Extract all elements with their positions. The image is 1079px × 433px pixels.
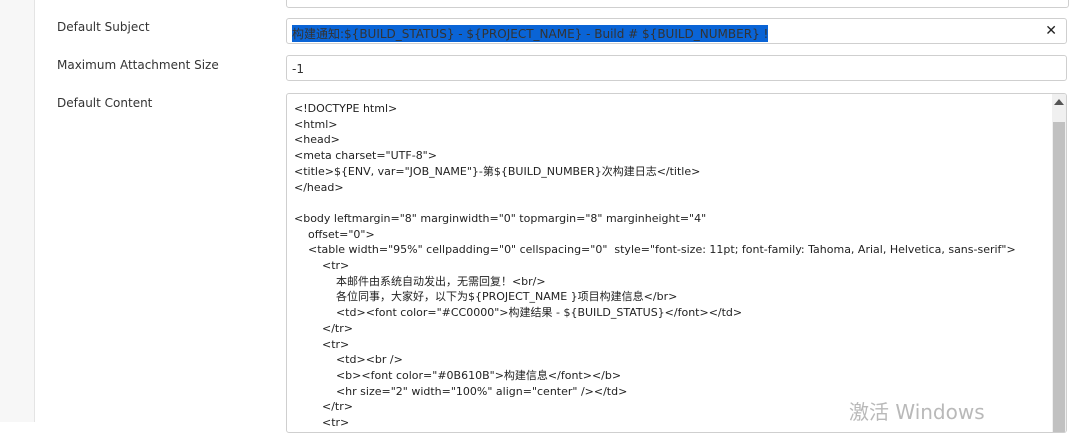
content-line: <html>	[294, 117, 338, 131]
content-line: <head>	[294, 133, 340, 147]
content-line: 各位同事，大家好，以下为${PROJECT_NAME }项目构建信息</br>	[294, 290, 678, 304]
content-line: <meta charset="UTF-8">	[294, 149, 437, 163]
content-line: <table width="95%" cellpadding="0" cells…	[294, 243, 1016, 257]
vertical-scrollbar[interactable]	[1052, 94, 1066, 432]
activate-windows-watermark: 激活 Windows	[849, 400, 985, 424]
content-line: <!DOCTYPE html>	[294, 102, 398, 115]
default-content-textarea[interactable]: <!DOCTYPE html> <html> <head> <meta charset…	[286, 93, 1067, 433]
content-line: 本邮件由系统自动发出，无需回复！<br/>	[294, 274, 546, 288]
scrollbar-thumb[interactable]	[1053, 122, 1065, 432]
close-icon[interactable]: ✕	[1045, 23, 1057, 39]
content-line: <tr>	[294, 259, 350, 273]
content-line: </head>	[294, 180, 344, 194]
default-subject-value[interactable]: 构建通知:${BUILD_STATUS} - ${PROJECT_NAME} -…	[292, 25, 769, 42]
content-line: <body leftmargin="8" marginwidth="0" top…	[294, 211, 707, 225]
content-line: <td><font color="#CC0000">构建结果 - ${BUILD…	[294, 306, 743, 320]
content-line	[294, 195, 1044, 211]
previous-field-edge[interactable]	[286, 0, 1069, 8]
default-subject-input[interactable]: 构建通知:${BUILD_STATUS} - ${PROJECT_NAME} -…	[286, 18, 1067, 44]
content-line: offset="0">	[294, 227, 375, 241]
content-line: <b><font color="#0B610B">构建信息</font></b>	[294, 368, 622, 382]
max-attachment-size-label: Maximum Attachment Size	[57, 58, 219, 72]
content-line: <tr>	[294, 337, 350, 351]
content-line: </tr>	[294, 321, 353, 335]
content-line: <title>${ENV, var="JOB_NAME"}-第${BUILD_N…	[294, 164, 701, 178]
default-content-label: Default Content	[57, 96, 153, 110]
content-line: <td><br />	[294, 353, 403, 367]
max-attachment-size-input[interactable]: -1	[286, 55, 1067, 81]
default-content-text[interactable]: <!DOCTYPE html> <html> <head> <meta charset…	[294, 101, 1044, 431]
max-attachment-size-value[interactable]: -1	[292, 62, 304, 76]
chevron-up-icon[interactable]	[1054, 99, 1064, 105]
default-subject-label: Default Subject	[57, 20, 150, 34]
left-side-panel	[0, 0, 35, 422]
